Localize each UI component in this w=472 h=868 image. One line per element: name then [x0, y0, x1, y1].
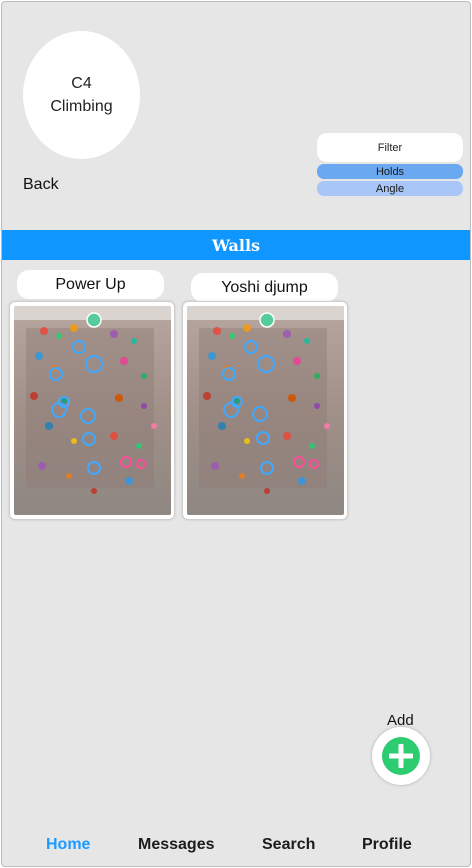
filter-chip-holds[interactable]: Holds — [317, 164, 463, 179]
logo-line-2: Climbing — [50, 98, 113, 115]
tab-profile[interactable]: Profile — [362, 836, 412, 854]
section-title: Walls — [211, 235, 261, 255]
logo-line-1: C4 — [71, 75, 92, 92]
climbing-wall-photo — [14, 306, 171, 515]
wall-photo[interactable] — [187, 306, 344, 515]
wall-title[interactable]: Yoshi djump — [191, 273, 338, 302]
filter-button[interactable]: Filter — [317, 133, 463, 162]
wall-title[interactable]: Power Up — [17, 270, 164, 299]
tab-home[interactable]: Home — [46, 836, 90, 854]
tab-messages[interactable]: Messages — [138, 836, 215, 854]
climbing-wall-photo — [187, 306, 344, 515]
wall-card[interactable] — [182, 301, 348, 520]
plus-circle-icon — [382, 737, 420, 775]
app-logo: C4 Climbing — [23, 31, 140, 159]
wall-card[interactable] — [9, 301, 175, 520]
back-button[interactable]: Back — [23, 176, 59, 194]
tab-search[interactable]: Search — [262, 836, 315, 854]
section-header: Walls — [2, 230, 470, 260]
add-wall-button[interactable] — [372, 727, 430, 785]
bottom-tab-bar: Home Messages Search Profile — [2, 836, 470, 856]
filter-chip-angle[interactable]: Angle — [317, 181, 463, 196]
wall-photo[interactable] — [14, 306, 171, 515]
app-screen: C4 Climbing Back Filter Holds Angle Wall… — [1, 1, 471, 867]
